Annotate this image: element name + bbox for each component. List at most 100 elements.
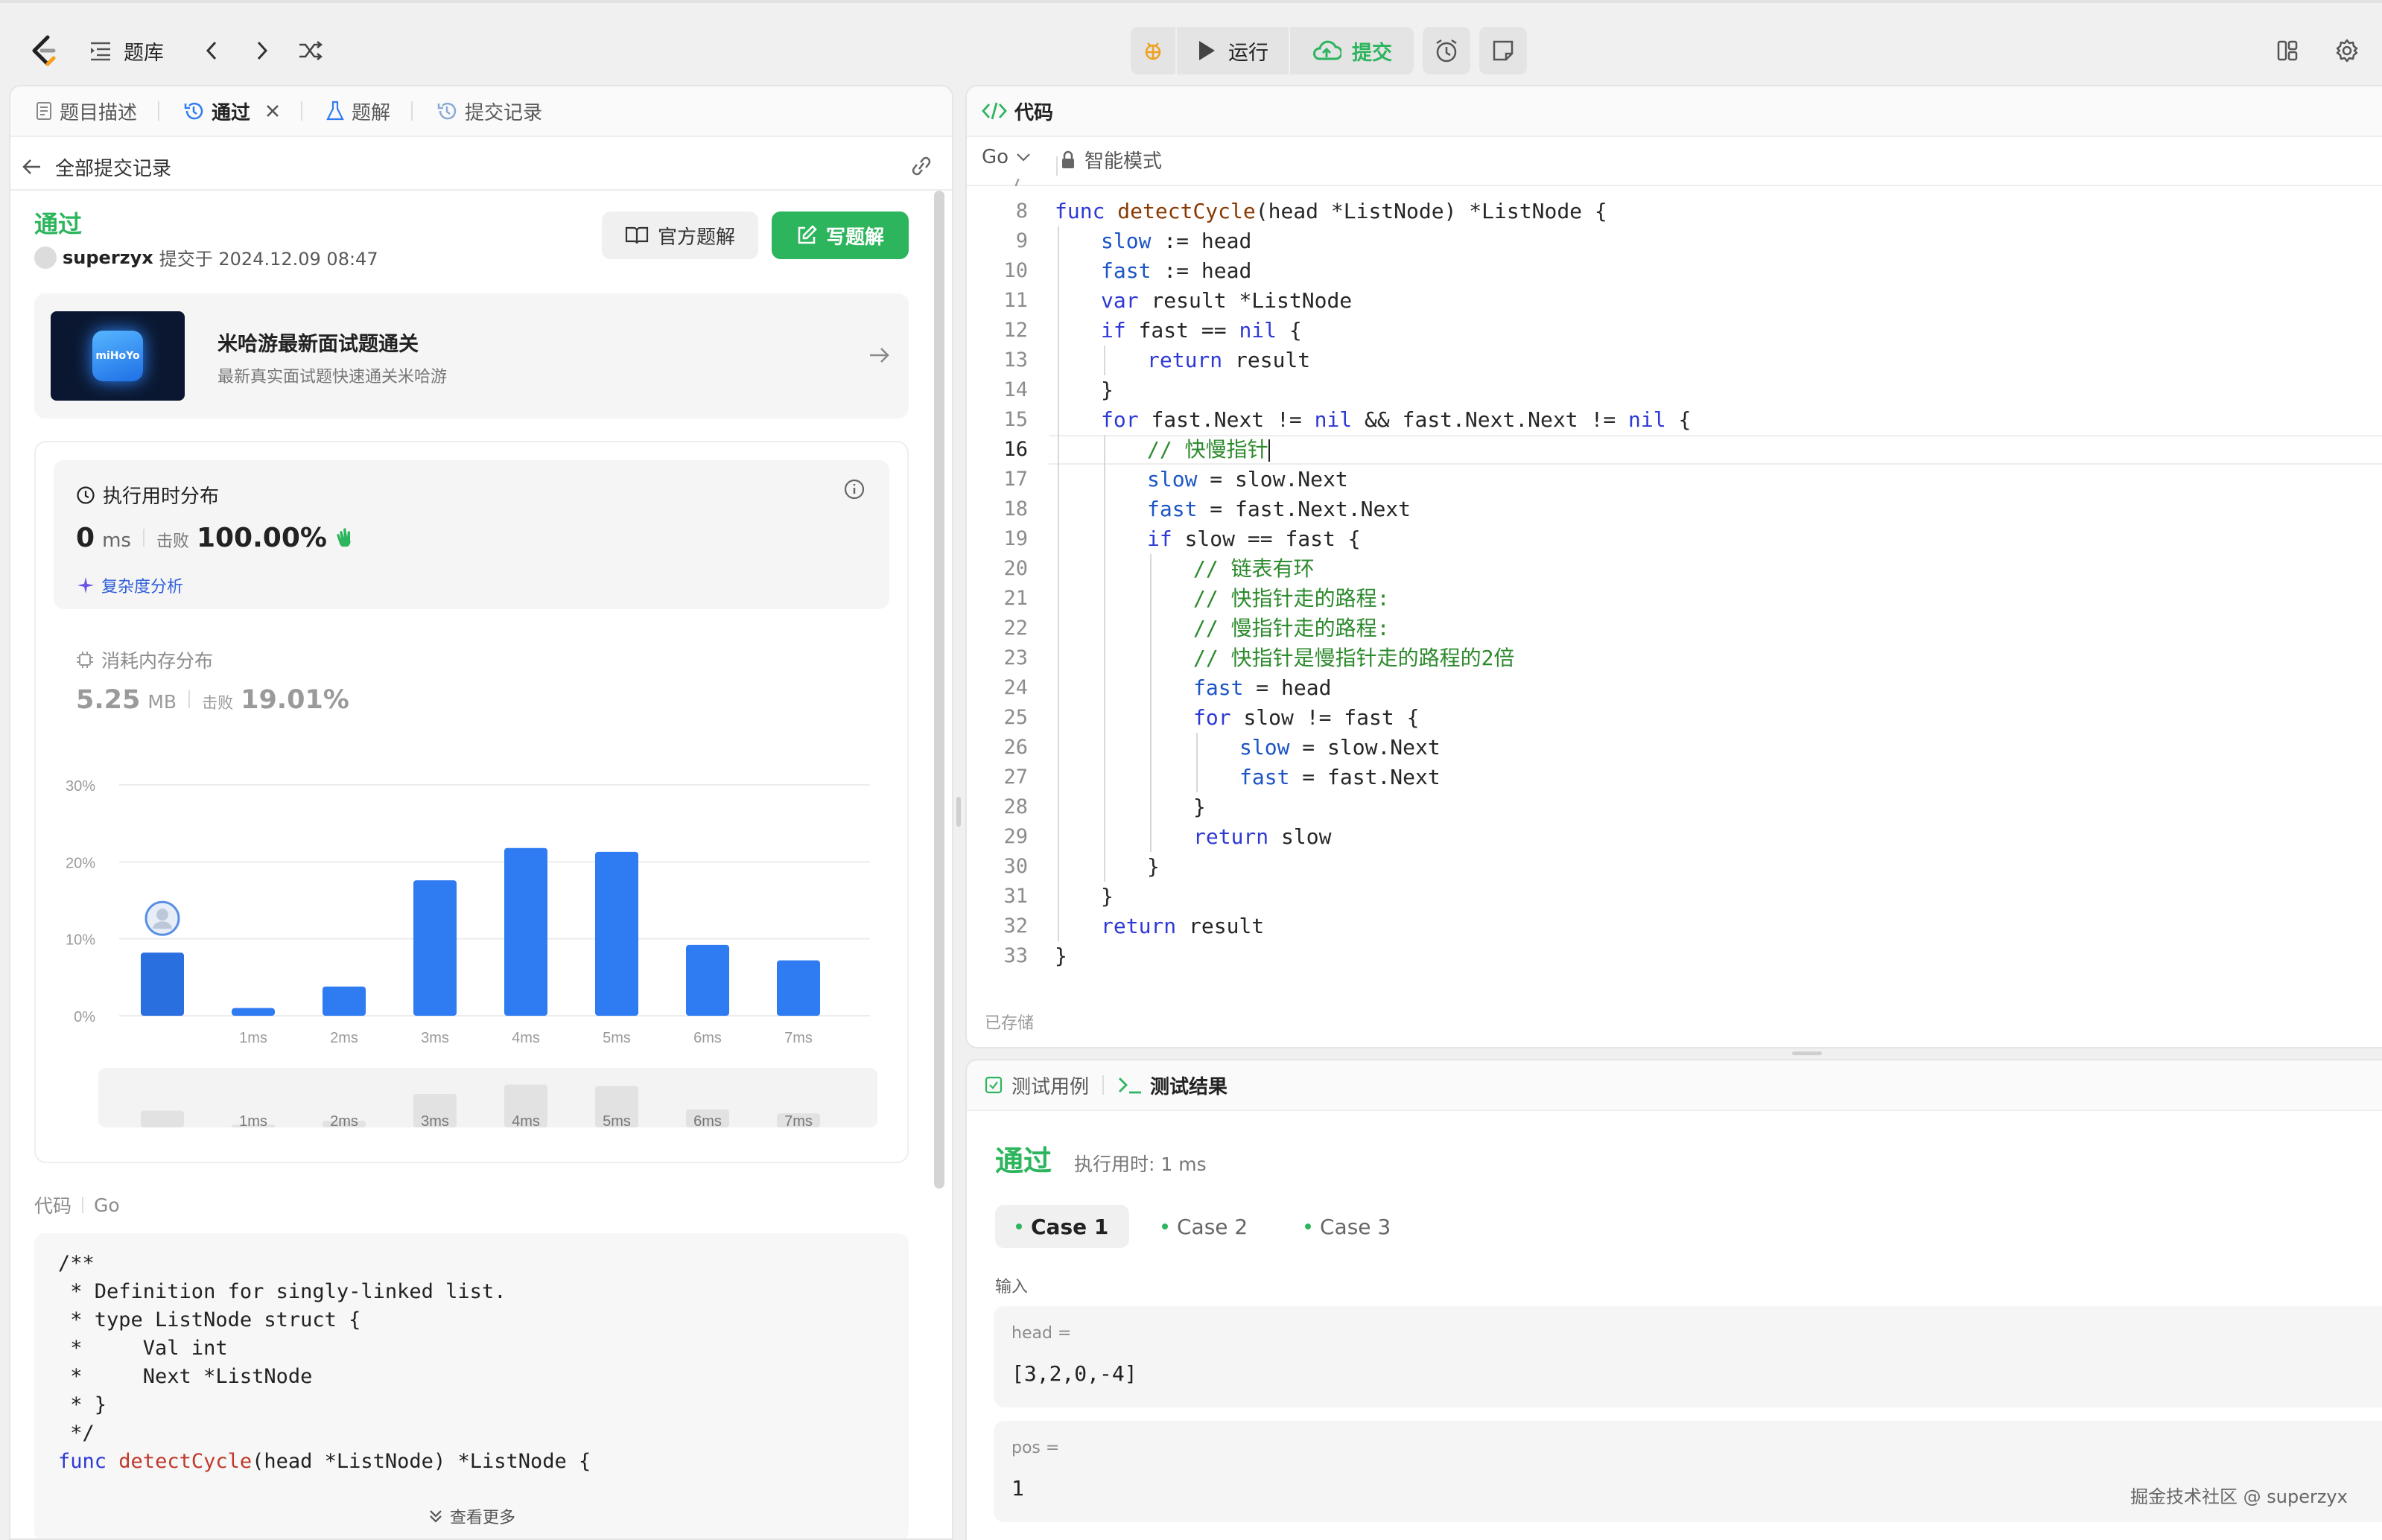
horizontal-resize-handle[interactable] [1792, 1051, 1822, 1055]
flask-icon [326, 101, 344, 121]
runtime-distribution-chart[interactable]: 30% 20% 10% 0% 1ms 2ms 3ms 4ms 5ms 6ms 7ms 1ms 2ms 3m… [36, 770, 910, 1142]
case-1-tab[interactable]: Case 1 [995, 1205, 1130, 1248]
settings-button[interactable] [2327, 27, 2367, 74]
tab-divider [411, 101, 413, 121]
code-line[interactable]: return result [1101, 911, 1264, 941]
x-tick-label: 4ms [512, 1030, 540, 1046]
write-solution-button[interactable]: 写题解 [772, 211, 909, 259]
indent-guide [1058, 911, 1059, 941]
timer-button[interactable] [1423, 27, 1470, 74]
code-keyword: for [1193, 705, 1244, 730]
layout-button[interactable] [2267, 27, 2308, 74]
code-line[interactable]: var result *ListNode [1101, 286, 1352, 316]
code-line[interactable]: slow = slow.Next [1147, 465, 1348, 494]
code-line[interactable]: fast = fast.Next [1239, 763, 1441, 792]
run-label: 运行 [1228, 41, 1268, 65]
case-3-tab[interactable]: Case 3 [1284, 1205, 1411, 1248]
code-line[interactable]: // 链表有环 [1193, 554, 1315, 584]
back-to-submissions[interactable]: 全部提交记录 [22, 146, 171, 188]
code-line[interactable]: // 快指针走的路程: [1193, 584, 1389, 614]
smart-mode-toggle[interactable]: 智能模式 [1061, 146, 1162, 174]
code-line[interactable]: func detectCycle(head *ListNode) *ListNo… [1055, 197, 1607, 226]
avatar[interactable] [34, 246, 57, 269]
code-line[interactable]: } [1193, 792, 1206, 822]
code-text: } [1147, 854, 1160, 879]
code-line[interactable]: if fast == nil { [1101, 316, 1302, 346]
indent-guide [1058, 316, 1059, 346]
notes-button[interactable] [1479, 27, 1527, 74]
leetcode-logo[interactable] [22, 27, 64, 74]
code-text: slow == fast { [1184, 526, 1361, 551]
code-line[interactable]: } [1101, 882, 1114, 911]
memory-title[interactable]: 消耗内存分布 [76, 646, 213, 673]
info-icon[interactable] [843, 478, 866, 500]
runtime-box[interactable]: 执行用时分布 0 ms 击败 100.00% 复杂度分析 [54, 460, 889, 609]
chart-bar [323, 986, 366, 1016]
line-number: 23 [1003, 646, 1028, 669]
tab-accepted[interactable]: 通过 [171, 86, 314, 136]
stats-card: 执行用时分布 0 ms 击败 100.00% 复杂度分析 消耗内存分布 5.25… [34, 441, 909, 1163]
tab-testcase[interactable]: 测试用例 [985, 1072, 1089, 1099]
tab-submissions-label: 提交记录 [465, 101, 543, 124]
prev-problem-button[interactable] [195, 27, 228, 74]
line-number: 29 [1003, 825, 1028, 848]
arrow-right-icon [868, 346, 891, 365]
official-solution-button[interactable]: 官方题解 [602, 211, 758, 259]
language-select[interactable]: Go [982, 146, 1031, 168]
divider [142, 529, 144, 547]
random-problem-button[interactable] [292, 27, 329, 74]
debug-button[interactable] [1131, 27, 1175, 74]
promo-banner[interactable]: miHoYo 米哈游最新面试题通关 最新真实面试题快速通关米哈游 [34, 293, 909, 419]
code-line[interactable]: for fast.Next != nil && fast.Next.Next !… [1101, 405, 1691, 435]
tab-description[interactable]: 题目描述 [24, 86, 171, 136]
code-line[interactable]: // 慢指针走的路程: [1193, 614, 1389, 643]
code-line[interactable]: if slow == fast { [1147, 524, 1361, 554]
run-button[interactable]: 运行 [1177, 27, 1289, 74]
close-icon[interactable] [265, 104, 280, 118]
code-line[interactable]: return slow [1193, 822, 1331, 852]
overview-tick-label: 5ms [603, 1113, 631, 1130]
divider [82, 1197, 84, 1213]
code-line[interactable]: fast = head [1193, 673, 1331, 703]
tab-submissions[interactable]: 提交记录 [425, 86, 554, 136]
code-text: /** * Definition for singly-linked list.… [58, 1250, 506, 1448]
code-line[interactable]: } [1147, 852, 1160, 882]
y-tick-label: 20% [66, 855, 95, 871]
code-variable: fast [1193, 675, 1244, 700]
memory-value: 5.25 [76, 685, 141, 715]
promo-image: miHoYo [51, 311, 185, 401]
x-tick-label: 1ms [239, 1030, 267, 1046]
tab-testcase-label: 测试用例 [1011, 1075, 1090, 1098]
case-2-tab[interactable]: Case 2 [1141, 1205, 1268, 1248]
code-line[interactable]: for slow != fast { [1193, 703, 1419, 733]
code-line[interactable]: // 快指针是慢指针走的路程的2倍 [1193, 643, 1514, 673]
tab-test-result[interactable]: 测试结果 [1117, 1072, 1227, 1099]
vertical-resize-handle[interactable] [956, 797, 961, 827]
memory-beat-value: 19.01% [241, 685, 349, 715]
code-comment: // 快指针是慢指针走的路程的2倍 [1193, 646, 1515, 670]
code-line[interactable]: slow := head [1101, 226, 1251, 256]
code-text: result [1235, 348, 1311, 372]
code-line[interactable]: slow = slow.Next [1239, 733, 1441, 763]
tab-solutions[interactable]: 题解 [314, 86, 425, 136]
scrollbar-thumb[interactable] [934, 191, 944, 1189]
see-more-button[interactable]: 查看更多 [34, 1504, 909, 1528]
code-line[interactable]: } [1055, 941, 1067, 971]
next-problem-button[interactable] [246, 27, 279, 74]
problem-bank-button[interactable]: 题库 [89, 27, 186, 74]
input-field-head[interactable]: head = [3,2,0,-4] [994, 1306, 2382, 1407]
code-line[interactable]: } [1101, 375, 1114, 405]
saved-status: 已存储 [985, 1014, 1035, 1033]
submit-button[interactable]: 提交 [1290, 27, 1414, 74]
username[interactable]: superzyx [63, 247, 153, 268]
complexity-analysis-link[interactable]: 复杂度分析 [76, 573, 183, 597]
code-editor[interactable]: 8 func detectCycle(head *ListNode) *ListN… [967, 197, 2382, 1016]
code-line[interactable]: fast = fast.Next.Next [1147, 494, 1411, 524]
code-text: && fast.Next.Next != [1352, 407, 1629, 432]
code-line[interactable]: // 快慢指针 [1147, 435, 1270, 465]
code-line[interactable]: fast := head [1101, 256, 1251, 286]
submission-status: 通过 [34, 210, 83, 238]
code-line[interactable]: return result [1147, 346, 1310, 375]
indent-guide [1104, 673, 1105, 703]
link-icon[interactable] [909, 155, 934, 177]
